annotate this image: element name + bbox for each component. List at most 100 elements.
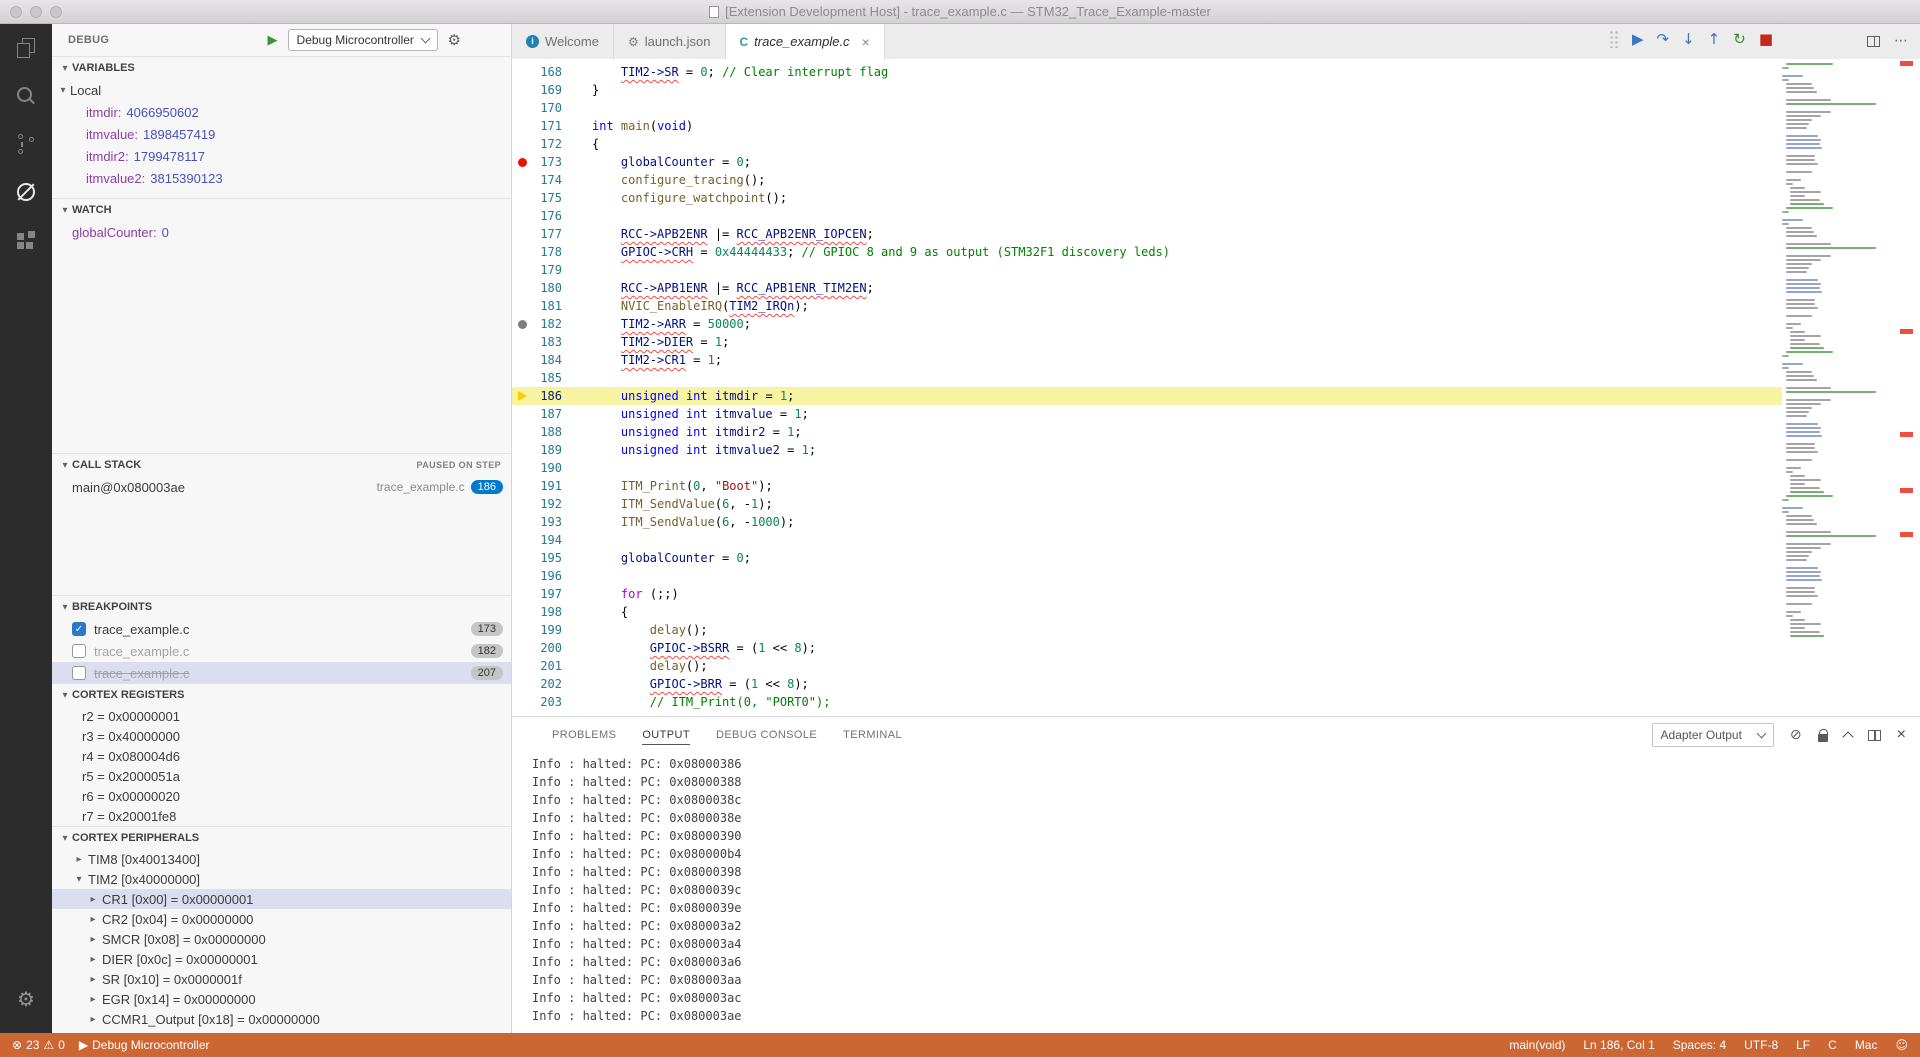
peripheral-row[interactable]: ▸TIM8 [0x40013400] [52, 849, 511, 869]
breakpoint-gutter[interactable] [512, 423, 532, 441]
breakpoint-gutter[interactable] [512, 351, 532, 369]
variables-header[interactable]: ▾ VARIABLES [52, 57, 511, 79]
breakpoint-row[interactable]: ✓trace_example.c173 [52, 618, 511, 640]
drag-handle-icon[interactable] [1609, 30, 1619, 48]
more-actions-icon[interactable]: ⋯ [1894, 34, 1908, 48]
breakpoint-gutter[interactable] [512, 639, 532, 657]
code-line-197[interactable]: 197 for (;;) [512, 585, 1782, 603]
code-line-189[interactable]: 189 unsigned int itmvalue2 = 1; [512, 441, 1782, 459]
code-line-172[interactable]: 172{ [512, 135, 1782, 153]
tab-trace_example-c[interactable]: Ctrace_example.c× [726, 24, 885, 59]
current-symbol[interactable]: main(void) [1509, 1038, 1565, 1052]
code-line-192[interactable]: 192 ITM_SendValue(6, -1); [512, 495, 1782, 513]
code-line-184[interactable]: 184 TIM2->CR1 = 1; [512, 351, 1782, 369]
code-line-178[interactable]: 178 GPIOC->CRH = 0x44444433; // GPIOC 8 … [512, 243, 1782, 261]
activity-explorer[interactable] [0, 24, 52, 72]
minimize-window-button[interactable] [30, 6, 42, 18]
breakpoint-gutter[interactable] [512, 513, 532, 531]
debug-step-over-button[interactable]: ↷ [1657, 32, 1670, 47]
breakpoint-row[interactable]: trace_example.c207 [52, 662, 511, 683]
variable-row[interactable]: itmdir2:1799478117 [52, 145, 511, 167]
code-editor[interactable]: 168 TIM2->SR = 0; // Clear interrupt fla… [512, 59, 1920, 716]
breakpoint-gutter[interactable] [512, 441, 532, 459]
activity-source-control[interactable] [0, 120, 52, 168]
breakpoint-checkbox[interactable] [72, 666, 86, 680]
peripherals-header[interactable]: ▾ CORTEX PERIPHERALS [52, 827, 511, 849]
tab-welcome[interactable]: iWelcome [512, 24, 614, 59]
debug-step-into-button[interactable]: ↓ [1682, 32, 1695, 47]
debug-continue-button[interactable]: ▶ [1632, 32, 1644, 47]
tab-launch-json[interactable]: ⚙launch.json [614, 24, 726, 59]
breakpoint-gutter[interactable] [512, 459, 532, 477]
breakpoint-gutter[interactable] [512, 225, 532, 243]
breakpoint-gutter[interactable] [512, 243, 532, 261]
output-channel-select[interactable]: Adapter Output [1652, 723, 1774, 747]
activity-settings[interactable]: ⚙ [0, 975, 52, 1023]
breakpoint-gutter[interactable] [512, 117, 532, 135]
maximize-panel-icon[interactable] [1842, 731, 1853, 742]
close-window-button[interactable] [10, 6, 22, 18]
code-line-168[interactable]: 168 TIM2->SR = 0; // Clear interrupt fla… [512, 63, 1782, 81]
peripheral-row[interactable]: ▸CCMR1_Output [0x18] = 0x00000000 [52, 1009, 511, 1029]
code-line-187[interactable]: 187 unsigned int itmvalue = 1; [512, 405, 1782, 423]
feedback-smiley-icon[interactable]: ☺ [1895, 1039, 1908, 1051]
peripheral-row[interactable]: ▾TIM2 [0x40000000] [52, 869, 511, 889]
breakpoint-gutter[interactable] [512, 261, 532, 279]
stack-frame-row[interactable]: main@0x080003aetrace_example.c186 [52, 476, 511, 498]
breakpoint-gutter[interactable] [512, 99, 532, 117]
start-debug-icon[interactable]: ▶ [268, 33, 278, 48]
register-row[interactable]: r2 = 0x00000001 [52, 706, 511, 726]
breakpoint-gutter[interactable] [512, 531, 532, 549]
code-line-194[interactable]: 194 [512, 531, 1782, 549]
breakpoints-header[interactable]: ▾ BREAKPOINTS [52, 596, 511, 618]
watch-row[interactable]: globalCounter:0 [52, 221, 511, 243]
register-row[interactable]: r6 = 0x00000020 [52, 786, 511, 806]
breakpoint-gutter[interactable] [512, 567, 532, 585]
code-line-193[interactable]: 193 ITM_SendValue(6, -1000); [512, 513, 1782, 531]
code-line-191[interactable]: 191 ITM_Print(0, "Boot"); [512, 477, 1782, 495]
breakpoint-gutter[interactable] [512, 657, 532, 675]
breakpoint-gutter[interactable] [512, 189, 532, 207]
code-line-195[interactable]: 195 globalCounter = 0; [512, 549, 1782, 567]
breakpoint-gutter[interactable] [512, 81, 532, 99]
peripheral-row[interactable]: ▸SR [0x10] = 0x0000001f [52, 969, 511, 989]
debug-step-out-button[interactable]: ↑ [1708, 32, 1721, 47]
registers-header[interactable]: ▾ CORTEX REGISTERS [52, 684, 511, 706]
variable-row[interactable]: itmdir:4066950602 [52, 101, 511, 123]
breakpoint-gutter[interactable] [512, 207, 532, 225]
watch-header[interactable]: ▾ WATCH [52, 199, 511, 221]
variable-row[interactable]: itmvalue:1898457419 [52, 123, 511, 145]
breakpoint-gutter[interactable] [512, 495, 532, 513]
split-editor-icon[interactable] [1867, 36, 1880, 47]
code-line-171[interactable]: 171int main(void) [512, 117, 1782, 135]
breakpoint-gutter[interactable] [512, 621, 532, 639]
peripheral-row[interactable]: ▸EGR [0x14] = 0x00000000 [52, 989, 511, 1009]
minimap[interactable] [1782, 63, 1892, 716]
eol-indicator[interactable]: LF [1796, 1038, 1810, 1052]
activity-extensions[interactable] [0, 216, 52, 264]
breakpoint-gutter[interactable] [512, 405, 532, 423]
peripheral-row[interactable]: ▸DIER [0x0c] = 0x00000001 [52, 949, 511, 969]
debug-config-select[interactable]: Debug Microcontroller [288, 29, 438, 51]
breakpoint-gutter[interactable] [512, 675, 532, 693]
breakpoint-gutter[interactable] [512, 369, 532, 387]
cursor-position[interactable]: Ln 186, Col 1 [1583, 1038, 1654, 1052]
breakpoint-gutter[interactable] [512, 549, 532, 567]
close-panel-icon[interactable]: × [1897, 727, 1906, 743]
code-line-169[interactable]: 169} [512, 81, 1782, 99]
breakpoint-gutter[interactable] [512, 153, 532, 171]
debug-stop-button[interactable]: ■ [1759, 32, 1773, 47]
code-line-177[interactable]: 177 RCC->APB2ENR |= RCC_APB2ENR_IOPCEN; [512, 225, 1782, 243]
breakpoint-gutter[interactable] [512, 315, 532, 333]
breakpoint-gutter[interactable] [512, 477, 532, 495]
breakpoint-checkbox[interactable]: ✓ [72, 622, 86, 636]
call-stack-header[interactable]: ▾ CALL STACK PAUSED ON STEP [52, 454, 511, 476]
split-panel-icon[interactable] [1868, 730, 1881, 741]
problems-indicator[interactable]: ⊗ 23 ⚠ 0 [12, 1038, 65, 1052]
panel-tab-terminal[interactable]: TERMINAL [843, 726, 902, 745]
scroll-lock-icon[interactable] [1818, 734, 1828, 742]
clear-output-icon[interactable]: ⊘ [1790, 728, 1802, 742]
scope-row[interactable]: ▾ Local [52, 79, 511, 101]
peripheral-row[interactable]: ▸CR2 [0x04] = 0x00000000 [52, 909, 511, 929]
panel-tab-debug-console[interactable]: DEBUG CONSOLE [716, 726, 817, 745]
